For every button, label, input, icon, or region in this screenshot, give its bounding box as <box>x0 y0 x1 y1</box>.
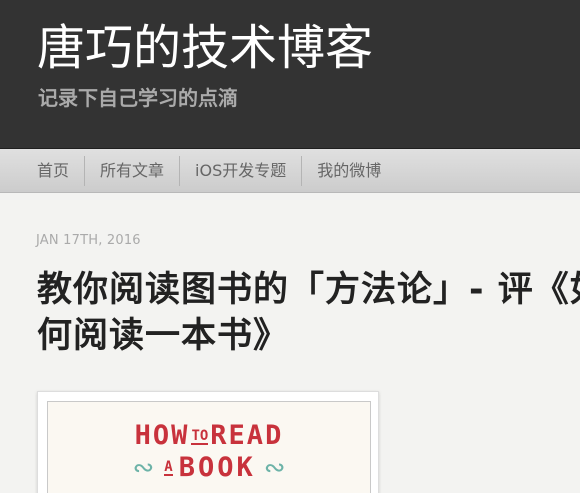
post-image-frame: HOW TOREAD ∾ A BOOK ∾ <box>37 391 379 493</box>
book-cover-line2: ∾ A BOOK ∾ <box>48 452 370 484</box>
post-title[interactable]: 教你阅读图书的「方法论」- 评《如何阅读一本书》 <box>37 267 580 359</box>
cover-word-read: READ <box>210 420 284 451</box>
site-header: 唐巧的技术博客 记录下自己学习的点滴 <box>0 0 580 149</box>
nav-item-archives[interactable]: 所有文章 <box>84 155 179 186</box>
cover-word-a: A <box>164 459 173 476</box>
main-content: JAN 17TH, 2016 教你阅读图书的「方法论」- 评《如何阅读一本书》 … <box>0 193 580 493</box>
site-subtitle: 记录下自己学习的点滴 <box>38 86 238 110</box>
site-title[interactable]: 唐巧的技术博客 <box>37 18 373 78</box>
ornament-right-icon: ∾ <box>263 453 286 483</box>
nav-item-home[interactable]: 首页 <box>22 156 84 186</box>
nav-item-ios-topic[interactable]: iOS开发专题 <box>179 155 301 186</box>
cover-word-how: HOW <box>134 420 190 451</box>
cover-word-book: BOOK <box>178 452 256 483</box>
cover-word-to: TO <box>191 427 209 445</box>
post-date: JAN 17TH, 2016 <box>36 233 141 248</box>
nav-list: 首页 所有文章 iOS开发专题 我的微博 <box>0 149 580 192</box>
book-cover-line1: HOW TOREAD <box>48 420 370 452</box>
nav-item-weibo[interactable]: 我的微博 <box>301 155 396 186</box>
main-nav: 首页 所有文章 iOS开发专题 我的微博 <box>0 149 580 193</box>
book-cover-image: HOW TOREAD ∾ A BOOK ∾ <box>47 401 371 493</box>
ornament-left-icon: ∾ <box>132 453 155 483</box>
